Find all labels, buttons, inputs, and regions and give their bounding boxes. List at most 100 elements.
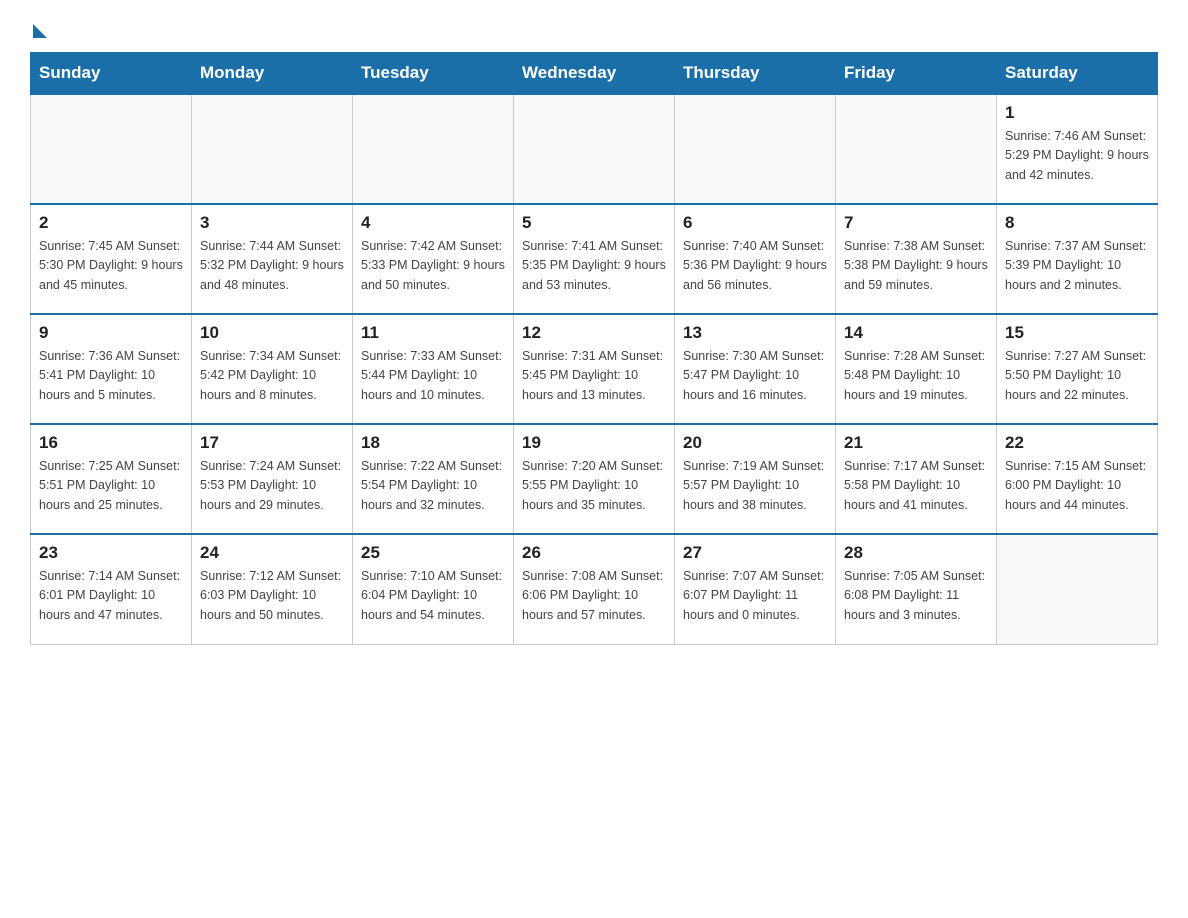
calendar-week-row: 9 Sunrise: 7:36 AM Sunset: 5:41 PM Daylig… [31,314,1158,424]
day-number: 3 [200,213,344,233]
day-info: Sunrise: 7:30 AM Sunset: 5:47 PM Dayligh… [683,347,827,405]
day-number: 26 [522,543,666,563]
logo-arrow-icon [33,24,47,38]
calendar-cell: 8 Sunrise: 7:37 AM Sunset: 5:39 PM Daylig… [997,204,1158,314]
day-number: 22 [1005,433,1149,453]
calendar-cell: 16 Sunrise: 7:25 AM Sunset: 5:51 PM Dayli… [31,424,192,534]
calendar-cell: 11 Sunrise: 7:33 AM Sunset: 5:44 PM Dayli… [353,314,514,424]
weekday-header-monday: Monday [192,53,353,95]
weekday-header-sunday: Sunday [31,53,192,95]
day-info: Sunrise: 7:44 AM Sunset: 5:32 PM Dayligh… [200,237,344,295]
day-number: 10 [200,323,344,343]
day-number: 1 [1005,103,1149,123]
day-number: 11 [361,323,505,343]
calendar-cell: 15 Sunrise: 7:27 AM Sunset: 5:50 PM Dayli… [997,314,1158,424]
calendar-cell: 3 Sunrise: 7:44 AM Sunset: 5:32 PM Daylig… [192,204,353,314]
day-info: Sunrise: 7:24 AM Sunset: 5:53 PM Dayligh… [200,457,344,515]
calendar-week-row: 1Sunrise: 7:46 AM Sunset: 5:29 PM Daylig… [31,94,1158,204]
day-number: 20 [683,433,827,453]
day-info: Sunrise: 7:10 AM Sunset: 6:04 PM Dayligh… [361,567,505,625]
day-number: 14 [844,323,988,343]
weekday-header-thursday: Thursday [675,53,836,95]
day-info: Sunrise: 7:07 AM Sunset: 6:07 PM Dayligh… [683,567,827,625]
day-number: 19 [522,433,666,453]
calendar-cell: 12 Sunrise: 7:31 AM Sunset: 5:45 PM Dayli… [514,314,675,424]
day-info: Sunrise: 7:25 AM Sunset: 5:51 PM Dayligh… [39,457,183,515]
calendar-cell [31,94,192,204]
calendar-cell: 23Sunrise: 7:14 AM Sunset: 6:01 PM Dayli… [31,534,192,644]
calendar-cell [192,94,353,204]
calendar-cell [836,94,997,204]
calendar-table: SundayMondayTuesdayWednesdayThursdayFrid… [30,52,1158,645]
day-info: Sunrise: 7:42 AM Sunset: 5:33 PM Dayligh… [361,237,505,295]
day-info: Sunrise: 7:37 AM Sunset: 5:39 PM Dayligh… [1005,237,1149,295]
day-info: Sunrise: 7:45 AM Sunset: 5:30 PM Dayligh… [39,237,183,295]
day-info: Sunrise: 7:19 AM Sunset: 5:57 PM Dayligh… [683,457,827,515]
calendar-cell [997,534,1158,644]
calendar-cell: 25 Sunrise: 7:10 AM Sunset: 6:04 PM Dayli… [353,534,514,644]
weekday-header-tuesday: Tuesday [353,53,514,95]
day-info: Sunrise: 7:34 AM Sunset: 5:42 PM Dayligh… [200,347,344,405]
day-info: Sunrise: 7:36 AM Sunset: 5:41 PM Dayligh… [39,347,183,405]
calendar-cell: 18Sunrise: 7:22 AM Sunset: 5:54 PM Dayli… [353,424,514,534]
day-info: Sunrise: 7:12 AM Sunset: 6:03 PM Dayligh… [200,567,344,625]
calendar-cell: 5 Sunrise: 7:41 AM Sunset: 5:35 PM Daylig… [514,204,675,314]
day-number: 12 [522,323,666,343]
weekday-header-friday: Friday [836,53,997,95]
calendar-cell: 1Sunrise: 7:46 AM Sunset: 5:29 PM Daylig… [997,94,1158,204]
day-info: Sunrise: 7:27 AM Sunset: 5:50 PM Dayligh… [1005,347,1149,405]
day-number: 9 [39,323,183,343]
day-number: 21 [844,433,988,453]
calendar-cell: 22 Sunrise: 7:15 AM Sunset: 6:00 PM Dayli… [997,424,1158,534]
calendar-cell: 9 Sunrise: 7:36 AM Sunset: 5:41 PM Daylig… [31,314,192,424]
calendar-week-row: 16 Sunrise: 7:25 AM Sunset: 5:51 PM Dayli… [31,424,1158,534]
day-number: 24 [200,543,344,563]
calendar-cell [353,94,514,204]
day-number: 28 [844,543,988,563]
day-number: 16 [39,433,183,453]
calendar-cell: 28 Sunrise: 7:05 AM Sunset: 6:08 PM Dayli… [836,534,997,644]
calendar-cell: 21 Sunrise: 7:17 AM Sunset: 5:58 PM Dayli… [836,424,997,534]
calendar-cell: 6Sunrise: 7:40 AM Sunset: 5:36 PM Daylig… [675,204,836,314]
day-number: 13 [683,323,827,343]
weekday-header-wednesday: Wednesday [514,53,675,95]
calendar-cell: 4 Sunrise: 7:42 AM Sunset: 5:33 PM Daylig… [353,204,514,314]
day-info: Sunrise: 7:20 AM Sunset: 5:55 PM Dayligh… [522,457,666,515]
calendar-cell: 13 Sunrise: 7:30 AM Sunset: 5:47 PM Dayli… [675,314,836,424]
day-number: 8 [1005,213,1149,233]
day-info: Sunrise: 7:28 AM Sunset: 5:48 PM Dayligh… [844,347,988,405]
weekday-header-row: SundayMondayTuesdayWednesdayThursdayFrid… [31,53,1158,95]
day-number: 17 [200,433,344,453]
calendar-cell: 2 Sunrise: 7:45 AM Sunset: 5:30 PM Daylig… [31,204,192,314]
calendar-week-row: 2 Sunrise: 7:45 AM Sunset: 5:30 PM Daylig… [31,204,1158,314]
calendar-cell: 17 Sunrise: 7:24 AM Sunset: 5:53 PM Dayli… [192,424,353,534]
calendar-cell: 27 Sunrise: 7:07 AM Sunset: 6:07 PM Dayli… [675,534,836,644]
day-number: 25 [361,543,505,563]
day-number: 6 [683,213,827,233]
calendar-cell: 26 Sunrise: 7:08 AM Sunset: 6:06 PM Dayli… [514,534,675,644]
day-number: 15 [1005,323,1149,343]
calendar-cell [514,94,675,204]
day-number: 2 [39,213,183,233]
day-info: Sunrise: 7:08 AM Sunset: 6:06 PM Dayligh… [522,567,666,625]
calendar-cell: 10 Sunrise: 7:34 AM Sunset: 5:42 PM Dayli… [192,314,353,424]
day-info: Sunrise: 7:05 AM Sunset: 6:08 PM Dayligh… [844,567,988,625]
logo [30,20,47,34]
day-info: Sunrise: 7:15 AM Sunset: 6:00 PM Dayligh… [1005,457,1149,515]
day-info: Sunrise: 7:41 AM Sunset: 5:35 PM Dayligh… [522,237,666,295]
calendar-cell: 24 Sunrise: 7:12 AM Sunset: 6:03 PM Dayli… [192,534,353,644]
calendar-week-row: 23Sunrise: 7:14 AM Sunset: 6:01 PM Dayli… [31,534,1158,644]
day-number: 27 [683,543,827,563]
day-number: 7 [844,213,988,233]
calendar-cell: 20 Sunrise: 7:19 AM Sunset: 5:57 PM Dayli… [675,424,836,534]
page-header [30,20,1158,34]
day-info: Sunrise: 7:31 AM Sunset: 5:45 PM Dayligh… [522,347,666,405]
calendar-cell: 7 Sunrise: 7:38 AM Sunset: 5:38 PM Daylig… [836,204,997,314]
calendar-cell: 14 Sunrise: 7:28 AM Sunset: 5:48 PM Dayli… [836,314,997,424]
day-info: Sunrise: 7:38 AM Sunset: 5:38 PM Dayligh… [844,237,988,295]
calendar-cell: 19 Sunrise: 7:20 AM Sunset: 5:55 PM Dayli… [514,424,675,534]
day-info: Sunrise: 7:17 AM Sunset: 5:58 PM Dayligh… [844,457,988,515]
day-number: 4 [361,213,505,233]
day-number: 5 [522,213,666,233]
day-info: Sunrise: 7:33 AM Sunset: 5:44 PM Dayligh… [361,347,505,405]
